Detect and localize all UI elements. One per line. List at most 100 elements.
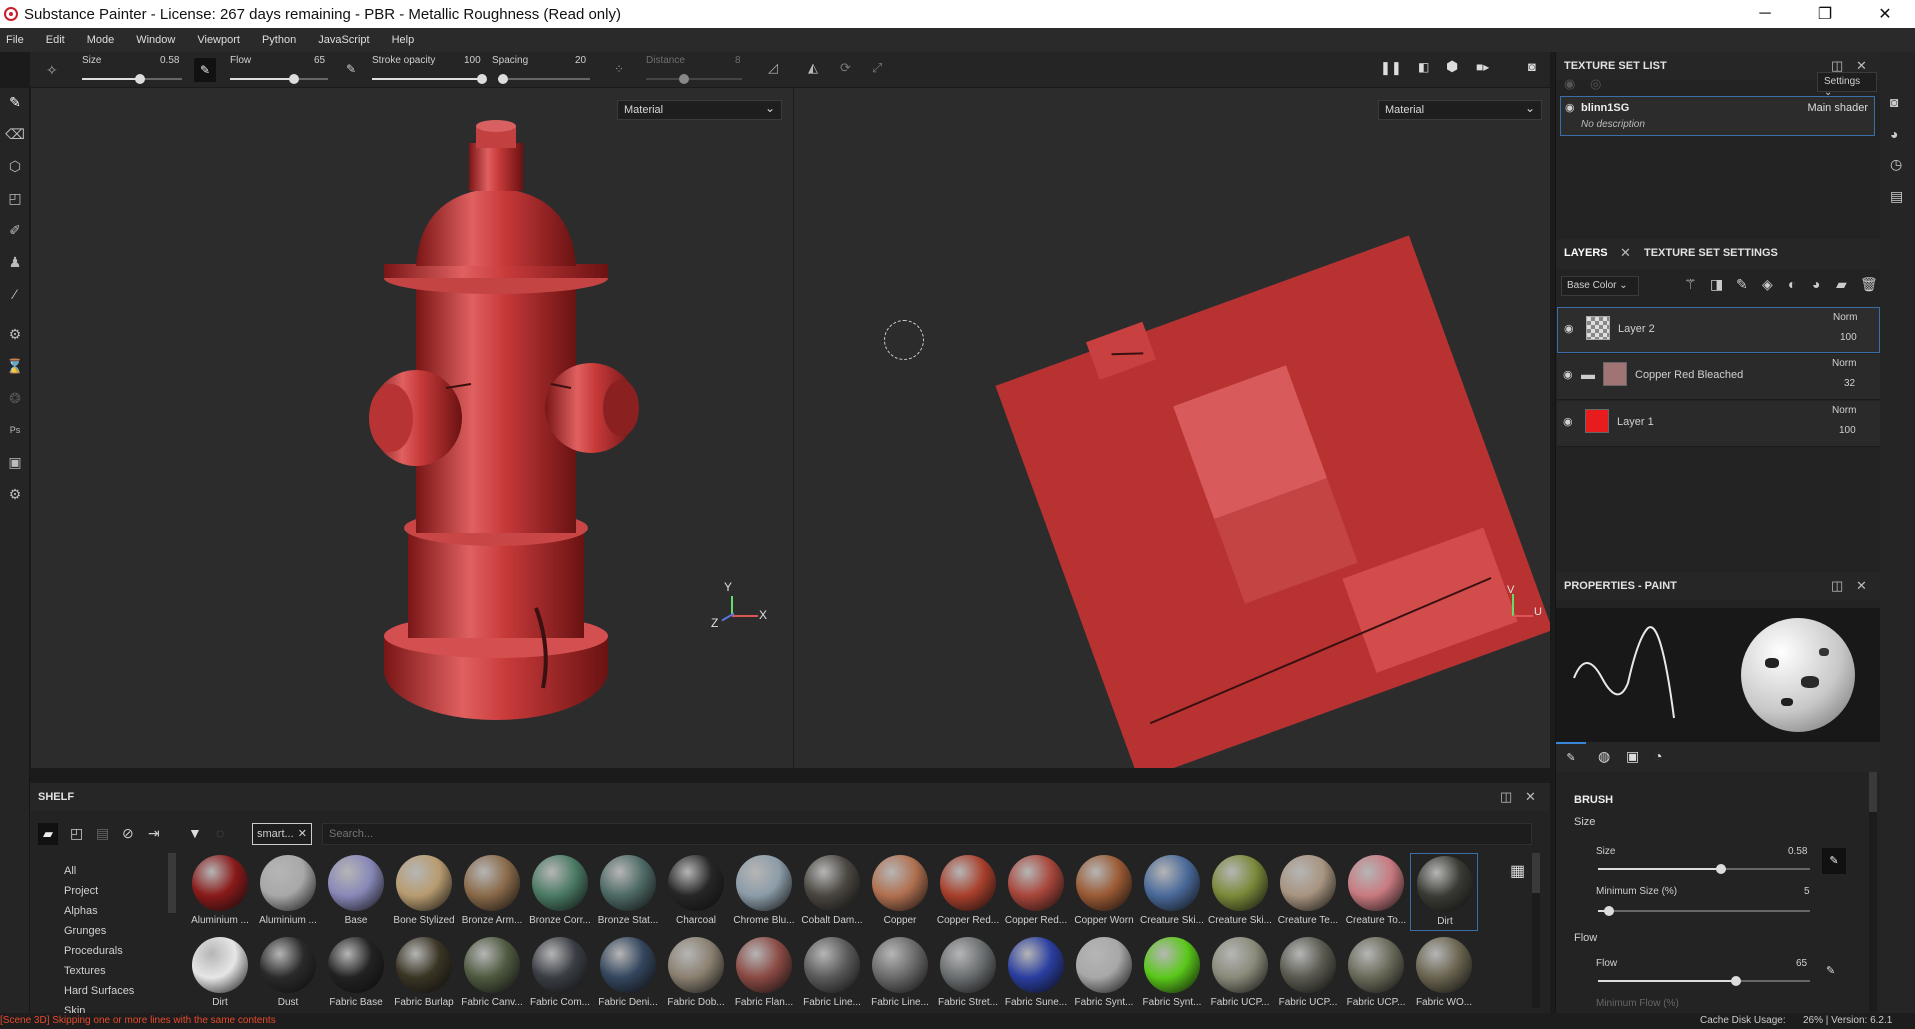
prop-size-slider[interactable]	[1598, 864, 1810, 874]
texture-set-item[interactable]: ◉ blinn1SG Main shader No description	[1560, 96, 1875, 136]
shelf-material-item[interactable]: Copper Worn	[1070, 853, 1138, 931]
fire-hydrant-model[interactable]	[31, 88, 793, 768]
photoshop-export-icon[interactable]: Ps	[5, 420, 25, 440]
save-shelf-icon[interactable]: ▤	[96, 825, 109, 842]
float-panel-icon[interactable]: ◫	[1831, 578, 1843, 594]
shelf-search-input[interactable]	[322, 823, 1532, 845]
size-slider[interactable]	[82, 74, 182, 84]
grid-view-icon[interactable]: ▦	[1510, 861, 1525, 881]
layer-blend-mode[interactable]: Norm	[1833, 312, 1857, 323]
shelf-material-item[interactable]: Fabric UCP...	[1274, 935, 1342, 1013]
menu-file[interactable]: File	[6, 34, 24, 46]
layer-row-layer-2[interactable]: ◉ Layer 2 Norm 100	[1557, 307, 1880, 353]
shelf-material-item[interactable]: Dirt	[186, 935, 254, 1013]
close-button[interactable]: ✕	[1855, 0, 1915, 28]
menu-window[interactable]: Window	[136, 34, 175, 46]
spacing-slider[interactable]	[497, 74, 590, 84]
shelf-material-item[interactable]: Cobalt Dam...	[798, 853, 866, 931]
shelf-material-item[interactable]: Fabric Synt...	[1138, 935, 1206, 1013]
minimize-button[interactable]: ─	[1735, 0, 1795, 28]
tab-layers[interactable]: LAYERS	[1564, 247, 1608, 259]
shelf-material-item[interactable]: Fabric Line...	[798, 935, 866, 1013]
shelf-material-item[interactable]: Fabric Stret...	[934, 935, 1002, 1013]
shelf-material-item[interactable]: Creature Te...	[1274, 853, 1342, 931]
symmetry-settings-icon[interactable]: ⟳	[840, 60, 851, 76]
camera-icon[interactable]: ■▸	[1476, 60, 1489, 74]
stencil-tab-icon[interactable]: ▣	[1626, 748, 1639, 765]
layer-row-layer-1[interactable]: ◉ Layer 1 Norm 100	[1557, 401, 1880, 447]
layer-opacity[interactable]: 100	[1840, 332, 1857, 343]
layer-blend-mode[interactable]: Norm	[1832, 358, 1856, 369]
close-panel-icon[interactable]: ✕	[1856, 578, 1867, 594]
menu-javascript[interactable]: JavaScript	[318, 34, 369, 46]
layer-opacity[interactable]: 100	[1839, 425, 1856, 436]
shelf-material-item[interactable]: Copper Red...	[1002, 853, 1070, 931]
category-textures[interactable]: Textures	[64, 965, 106, 977]
shelf-material-item[interactable]: Fabric Sune...	[1002, 935, 1070, 1013]
prop-size-slider-knob[interactable]	[1715, 864, 1726, 874]
shelf-material-item[interactable]: Dust	[254, 935, 322, 1013]
shelf-material-item[interactable]: Fabric Synt...	[1070, 935, 1138, 1013]
menu-mode[interactable]: Mode	[87, 34, 115, 46]
properties-scrollbar-thumb[interactable]	[1869, 772, 1877, 812]
flow-slider-knob[interactable]	[288, 74, 299, 84]
menu-viewport[interactable]: Viewport	[197, 34, 240, 46]
shelf-scrollbar-thumb[interactable]	[1532, 853, 1540, 893]
distance-slider-knob[interactable]	[679, 74, 690, 84]
category-alphas[interactable]: Alphas	[64, 905, 98, 917]
alpha-tab-icon[interactable]: ◍	[1598, 748, 1610, 765]
add-smart-material-icon[interactable]: ◐	[1788, 276, 1796, 292]
filter-icon[interactable]: ▼	[188, 825, 202, 841]
layer-name[interactable]: Layer 2	[1618, 323, 1655, 335]
shelf-material-item[interactable]: Creature Ski...	[1206, 853, 1274, 931]
lazy-mouse-icon[interactable]: ⁘	[614, 62, 624, 76]
shelf-material-item[interactable]: Copper Red...	[934, 853, 1002, 931]
prop-size-value[interactable]: 0.58	[1788, 846, 1807, 857]
category-hard-surfaces[interactable]: Hard Surfaces	[64, 985, 134, 997]
shelf-material-item[interactable]: Fabric Canv...	[458, 935, 526, 1013]
add-smart-mask-icon[interactable]: ◕	[1812, 276, 1820, 292]
shelf-material-item[interactable]: Bone Stylized	[390, 853, 458, 931]
prop-flow-value[interactable]: 65	[1796, 958, 1807, 969]
shelf-material-item[interactable]: Fabric Com...	[526, 935, 594, 1013]
delete-layer-icon[interactable]: 🗑	[1860, 276, 1878, 293]
channel-dropdown[interactable]: Base Color ⌄	[1561, 276, 1639, 296]
hide-shelf-icon[interactable]: ⊘	[122, 825, 134, 842]
eye-show-icon[interactable]: ◎	[1590, 76, 1601, 92]
viewport-3d[interactable]: Material ⌄ Y X Z	[31, 88, 793, 768]
shelf-material-item[interactable]: Bronze Corr...	[526, 853, 594, 931]
size-slider-knob[interactable]	[135, 74, 145, 84]
category-grunges[interactable]: Grunges	[64, 925, 106, 937]
shelf-material-item[interactable]: Copper	[866, 853, 934, 931]
properties-scrollbar[interactable]	[1869, 772, 1877, 1012]
projection-icon[interactable]: ⬡	[5, 156, 25, 176]
screenshot-icon[interactable]: ◙	[1528, 59, 1536, 74]
layer-blend-mode[interactable]: Norm	[1832, 405, 1856, 416]
export-icon[interactable]: ▣	[5, 452, 25, 472]
shelf-material-item[interactable]: Chrome Blu...	[730, 853, 798, 931]
reset-filter-icon[interactable]: ◌	[216, 825, 224, 841]
symmetry-icon[interactable]: ◭	[808, 60, 818, 76]
filter-tag-close-icon[interactable]: ✕	[298, 827, 307, 840]
filter-tag[interactable]: smart... ✕	[252, 823, 312, 845]
float-panel-icon[interactable]: ◫	[1500, 789, 1512, 805]
settings-dropdown[interactable]: Settings ⌄	[1817, 72, 1877, 98]
shelf-material-item[interactable]: Bronze Arm...	[458, 853, 526, 931]
texture-set-eye-icon[interactable]: ◉	[1565, 101, 1575, 114]
shelf-material-item[interactable]: Dirt	[1410, 853, 1478, 931]
shelf-material-item[interactable]: Base	[322, 853, 390, 931]
alignment-icon[interactable]: ◿	[768, 60, 778, 76]
add-fill-layer-icon[interactable]: ◈	[1762, 276, 1773, 293]
prop-minsize-slider-knob[interactable]	[1603, 906, 1614, 916]
shelf-material-item[interactable]: Creature Ski...	[1138, 853, 1206, 931]
layer-visibility-icon[interactable]: ◉	[1563, 368, 1573, 381]
layer-visibility-icon[interactable]: ◉	[1563, 415, 1573, 428]
uv-texture-view[interactable]	[794, 88, 1550, 768]
shelf-scrollbar[interactable]	[1532, 853, 1540, 1008]
polygon-fill-icon[interactable]: ◰	[5, 188, 25, 208]
close-panel-icon[interactable]: ✕	[1525, 789, 1536, 805]
add-mask-icon[interactable]: ◨	[1710, 276, 1723, 293]
prop-minsize-slider[interactable]	[1598, 906, 1810, 916]
eraser-icon[interactable]: ⌫	[5, 124, 25, 144]
prop-flow-slider-knob[interactable]	[1730, 976, 1741, 986]
